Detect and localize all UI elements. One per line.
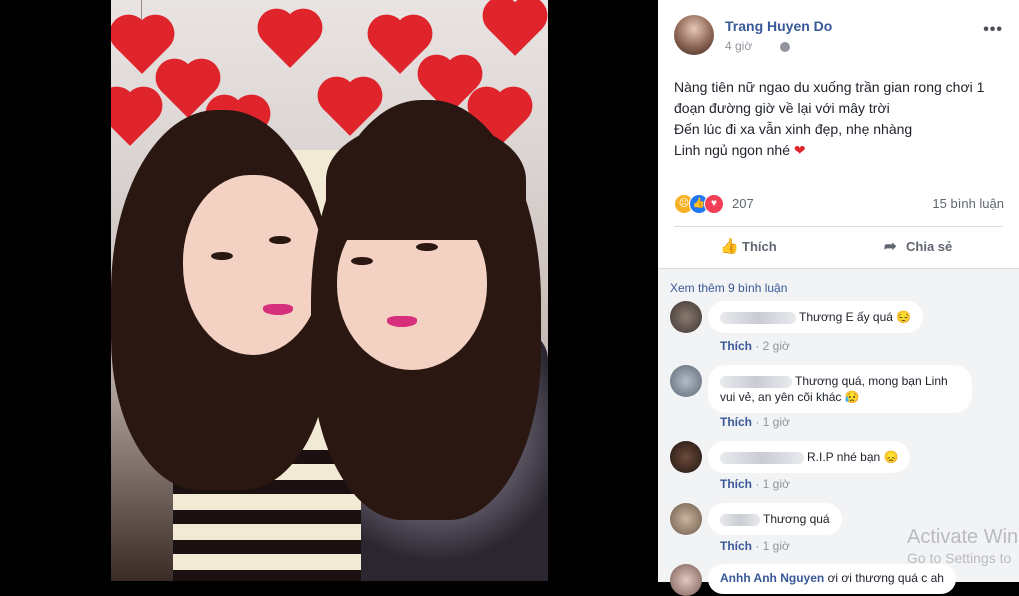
comment-text: ơi ơi thương quá c ah [827,571,944,585]
post-text: Nàng tiên nữ ngao du xuống trần gian ron… [674,77,1004,161]
comment-text: Thương quá, mong bạn Linh [795,374,948,388]
post-text-line: đoạn đường giờ về lại với mây trời [674,100,890,116]
comment-time[interactable]: 1 giờ [763,415,790,429]
comment-bubble: Thương quá, mong bạn Linh vui vẻ, an yên … [708,365,972,413]
comment-meta: Thích · 1 giờ [720,539,790,553]
activation-watermark: Activate Win Go to Settings to [907,525,1018,567]
post-text-line: Linh ngủ ngon nhé [674,142,790,158]
commenter-name-blurred[interactable] [720,451,804,464]
comment-time[interactable]: 1 giờ [763,539,790,553]
commenter-avatar[interactable] [670,301,702,333]
comment-bubble: Thương quá [708,503,842,535]
share-label: Chia sẻ [906,239,953,254]
commenter-avatar[interactable] [670,503,702,535]
comment-bubble: R.I.P nhé bạn 😞 [708,441,911,473]
comment-text: vui vẻ, an yên cõi khác 😥 [720,390,860,404]
balloon-heart [488,2,542,56]
like-button[interactable]: 👍 Thích [720,227,777,267]
post-panel: Trang Huyen Do 4 giờ ••• Nàng tiên nữ ng… [658,0,1019,596]
balloon-heart [111,92,157,146]
comment-like-link[interactable]: Thích [720,539,752,553]
balloon-heart [263,14,317,68]
heart-icon: ❤ [793,142,806,158]
commenter-avatar[interactable] [670,441,702,473]
comment-bubble: Anhh Anh Nguyen ơi ơi thương quá c ah [708,564,956,594]
commenter-avatar[interactable] [670,365,702,397]
post-text-line: Đến lúc đi xa vẫn xinh đẹp, nhẹ nhàng [674,121,913,137]
post-timestamp[interactable]: 4 giờ [725,39,752,53]
author-name[interactable]: Trang Huyen Do [725,18,832,34]
face-left [183,175,323,355]
reactions-bar: ☹ 👍 ♥ 207 15 bình luận [674,194,1004,214]
comment-meta: Thích · 1 giờ [720,477,790,491]
comment-count[interactable]: 15 bình luận [932,196,1004,211]
author-avatar[interactable] [674,15,714,55]
commenter-name-blurred[interactable] [720,513,760,526]
post-photo[interactable] [111,0,548,581]
comment-meta: Thích · 1 giờ [720,415,790,429]
comment-text: Thương quá [763,512,830,526]
comment-time[interactable]: 1 giờ [763,477,790,491]
share-arrow-icon: ➦ [884,238,897,255]
commenter-avatar[interactable] [670,564,702,596]
thumbs-up-icon: 👍 [720,238,739,255]
post-text-line: Nàng tiên nữ ngao du xuống trần gian ron… [674,79,985,95]
like-label: Thích [742,239,777,254]
share-button[interactable]: ➦ Chia sẻ [884,227,952,267]
watermark-title: Activate Win [907,526,1019,548]
comment-bubble: Thương E ấy quá 😔 [708,301,924,333]
view-more-comments-link[interactable]: Xem thêm 9 bình luận [670,281,787,295]
commenter-name-blurred[interactable] [720,375,792,388]
watermark-subtitle: Go to Settings to [907,550,1012,566]
comment-like-link[interactable]: Thích [720,477,752,491]
comment-text: Thương E ấy quá 😔 [799,310,912,324]
comment-text: R.I.P nhé bạn 😞 [807,450,899,464]
post-actions: 👍 Thích ➦ Chia sẻ [674,226,1003,267]
reaction-count[interactable]: 207 [732,196,754,211]
commenter-name[interactable]: Anhh Anh Nguyen [720,571,824,585]
love-reaction-icon[interactable]: ♥ [704,194,724,214]
comment-like-link[interactable]: Thích [720,415,752,429]
comment-like-link[interactable]: Thích [720,339,752,353]
more-options-icon[interactable]: ••• [983,21,1003,39]
commenter-name-blurred[interactable] [720,311,796,324]
comment-meta: Thích · 2 giờ [720,339,790,353]
post-header: Trang Huyen Do 4 giờ ••• [674,15,1005,59]
comment-time[interactable]: 2 giờ [763,339,790,353]
globe-icon [780,42,790,52]
